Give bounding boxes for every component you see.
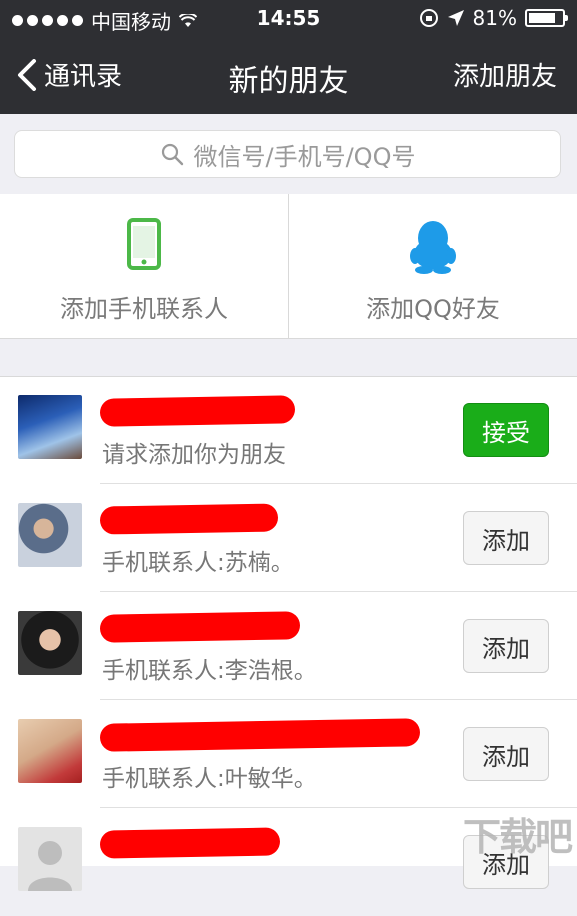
divider (100, 483, 577, 484)
avatar (18, 503, 82, 567)
add-phone-contacts-option[interactable]: 添加手机联系人 (0, 194, 288, 338)
add-phone-contacts-label: 添加手机联系人 (60, 295, 228, 323)
add-qq-friends-option[interactable]: 添加QQ好友 (288, 194, 577, 338)
friend-requests-list: 请求添加你为朋友 接受 手机联系人:苏楠。 添加 手机联系人:李浩根。 添加 手… (0, 376, 577, 891)
avatar (18, 611, 82, 675)
navigation-bar: 通讯录 新的朋友 添加朋友 (0, 38, 577, 114)
divider (100, 591, 577, 592)
request-subtitle: 手机联系人:叶敏华。 (102, 766, 317, 792)
watermark: 下载吧 (462, 815, 573, 859)
redacted-name (99, 503, 279, 535)
redacted-name (99, 718, 421, 752)
back-button[interactable]: 通讯录 (16, 56, 122, 93)
search-input[interactable]: 微信号/手机号/QQ号 (14, 130, 561, 178)
qq-penguin-icon (410, 221, 456, 274)
avatar (18, 827, 82, 891)
redacted-name (99, 395, 296, 427)
search-area: 微信号/手机号/QQ号 (0, 114, 577, 195)
list-item[interactable]: 手机联系人:苏楠。 添加 (0, 485, 577, 592)
status-bar: 中国移动 14:55 81% (0, 0, 577, 38)
battery-percent: 81% (472, 6, 517, 30)
default-avatar-icon (28, 841, 72, 891)
redacted-name (99, 827, 281, 859)
orientation-lock-icon (419, 9, 438, 27)
add-options: 添加手机联系人 添加QQ好友 (0, 194, 577, 339)
phone-icon (127, 218, 161, 270)
list-item[interactable]: 请求添加你为朋友 接受 (0, 377, 577, 484)
add-qq-friends-label: 添加QQ好友 (366, 295, 500, 323)
avatar (18, 395, 82, 459)
list-item[interactable]: 手机联系人:李浩根。 添加 (0, 593, 577, 700)
accept-button[interactable]: 接受 (463, 403, 549, 457)
request-subtitle: 手机联系人:苏楠。 (102, 550, 294, 576)
add-button[interactable]: 添加 (463, 727, 549, 781)
request-subtitle: 手机联系人:李浩根。 (102, 658, 317, 684)
battery-icon (525, 9, 568, 27)
top-bar: 中国移动 14:55 81% 通讯录 新的朋友 添加朋友 (0, 0, 577, 114)
chevron-left-icon (18, 58, 36, 91)
search-icon (161, 143, 183, 166)
location-arrow-icon (447, 10, 464, 26)
divider (100, 699, 577, 700)
back-label: 通讯录 (44, 62, 123, 92)
add-button[interactable]: 添加 (463, 511, 549, 565)
redacted-name (99, 611, 301, 643)
search-placeholder: 微信号/手机号/QQ号 (193, 142, 416, 171)
add-friend-button[interactable]: 添加朋友 (453, 56, 557, 93)
request-subtitle: 请求添加你为朋友 (102, 442, 286, 468)
add-button[interactable]: 添加 (463, 619, 549, 673)
avatar (18, 719, 82, 783)
list-item[interactable]: 手机联系人:叶敏华。 添加 (0, 701, 577, 808)
